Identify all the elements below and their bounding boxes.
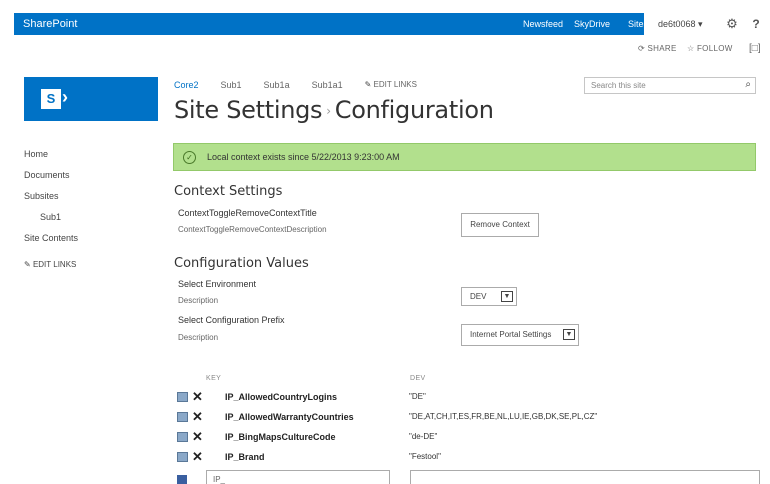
table-row: ✕ IP_AllowedCountryLogins "DE": [175, 389, 735, 409]
share-button[interactable]: ⟳ SHARE: [638, 44, 677, 53]
sharepoint-logo-arrow-icon: ›: [62, 87, 68, 107]
page-title: Site Settings › Configuration: [174, 96, 494, 124]
leftnav-item-home[interactable]: Home: [24, 149, 78, 170]
ribbon-row: ⟳ SHARE ☆ FOLLOW [□]: [14, 35, 770, 63]
search-placeholder: Search this site: [591, 81, 646, 90]
suite-links: Newsfeed SkyDrive: [523, 19, 610, 29]
quick-launch: Home Documents Subsites Sub1 Site Conten…: [24, 149, 78, 281]
leftnav-item-subsites[interactable]: Subsites: [24, 191, 78, 212]
search-icon[interactable]: ⌕: [745, 79, 751, 90]
user-menu[interactable]: de6t0068 ▾: [650, 13, 718, 35]
title-current-page: Configuration: [334, 96, 494, 124]
chevron-down-icon: ▼: [563, 329, 575, 340]
suite-link-newsfeed[interactable]: Newsfeed: [523, 19, 563, 29]
topnav-edit-links[interactable]: ✎ EDIT LINKS: [365, 80, 417, 90]
row-value: "DE,AT,CH,IT,ES,FR,BE,NL,LU,IE,GB,DK,SE,…: [409, 412, 598, 421]
row-key: IP_Brand: [225, 452, 265, 462]
follow-button[interactable]: ☆ FOLLOW: [687, 44, 733, 53]
topnav-item-sub1a[interactable]: Sub1a: [264, 80, 290, 90]
edit-icon[interactable]: [177, 392, 188, 402]
new-key-input[interactable]: IP_: [206, 470, 390, 484]
follow-label: FOLLOW: [697, 44, 733, 53]
status-banner: ✓ Local context exists since 5/22/2013 9…: [173, 143, 756, 171]
table-row: ✕ IP_AllowedWarrantyCountries "DE,AT,CH,…: [175, 409, 735, 429]
checkmark-icon: ✓: [183, 151, 196, 164]
sharepoint-brand[interactable]: SharePoint: [23, 18, 77, 30]
delete-icon[interactable]: ✕: [192, 409, 203, 425]
leftnav-item-documents[interactable]: Documents: [24, 170, 78, 191]
chevron-down-icon: ▼: [501, 291, 513, 302]
environment-select[interactable]: DEV ▼: [461, 287, 517, 306]
help-icon[interactable]: ?: [748, 16, 764, 32]
title-breadcrumb-site-settings[interactable]: Site Settings: [174, 96, 323, 124]
breadcrumb-separator-icon: ›: [326, 104, 331, 118]
edit-links-label: EDIT LINKS: [373, 80, 417, 89]
gear-icon[interactable]: ⚙: [724, 16, 740, 32]
topnav-item-sub1[interactable]: Sub1: [221, 80, 242, 90]
delete-icon[interactable]: ✕: [192, 449, 203, 465]
topnav-item-core2[interactable]: Core2: [174, 80, 199, 90]
table-row: ✕ IP_Brand "Festool": [175, 449, 735, 469]
suite-link-skydrive[interactable]: SkyDrive: [574, 19, 610, 29]
leftnav-item-site-contents[interactable]: Site Contents: [24, 233, 78, 254]
row-key: IP_BingMapsCultureCode: [225, 432, 336, 442]
remove-context-button[interactable]: Remove Context: [461, 213, 539, 237]
delete-icon[interactable]: ✕: [192, 389, 203, 405]
table-row: ✕ IP_BingMapsCultureCode "de-DE": [175, 429, 735, 449]
focus-on-content-icon[interactable]: [□]: [749, 43, 761, 54]
config-prefix-select-value: Internet Portal Settings: [470, 330, 552, 339]
context-settings-heading: Context Settings: [174, 184, 283, 199]
leftnav-item-sub1[interactable]: Sub1: [24, 212, 78, 233]
row-key: IP_AllowedWarrantyCountries: [225, 412, 354, 422]
config-prefix-select[interactable]: Internet Portal Settings ▼: [461, 324, 579, 346]
new-value-input[interactable]: [410, 470, 760, 484]
prefix-description: Description: [178, 333, 219, 342]
select-environment-label: Select Environment: [178, 279, 257, 289]
new-entry-row: IP_: [175, 470, 765, 484]
row-value: "Festool": [409, 452, 441, 461]
environment-select-value: DEV: [470, 292, 487, 301]
delete-icon[interactable]: ✕: [192, 429, 203, 445]
site-logo[interactable]: S ›: [24, 77, 158, 121]
row-key: IP_AllowedCountryLogins: [225, 392, 338, 402]
share-label: SHARE: [647, 44, 677, 53]
save-icon[interactable]: [177, 475, 187, 484]
edit-icon[interactable]: [177, 412, 188, 422]
row-value: "DE": [409, 392, 426, 401]
status-message: Local context exists since 5/22/2013 9:2…: [207, 152, 400, 162]
top-navigation: Core2 Sub1 Sub1a Sub1a1 ✎ EDIT LINKS: [174, 80, 417, 90]
column-header-key[interactable]: KEY: [206, 375, 221, 382]
leftnav-edit-links[interactable]: ✎ EDIT LINKS: [24, 260, 78, 281]
context-description-label: ContextToggleRemoveContextDescription: [178, 225, 327, 234]
column-header-dev[interactable]: DEV: [410, 375, 426, 382]
environment-description: Description: [178, 296, 219, 305]
edit-icon[interactable]: [177, 452, 188, 462]
leftnav-edit-links-label: EDIT LINKS: [32, 260, 77, 269]
sharepoint-logo-letter: S: [41, 89, 61, 109]
edit-icon[interactable]: [177, 432, 188, 442]
suite-bar-right: de6t0068 ▾ ⚙ ?: [644, 13, 770, 35]
topnav-item-sub1a1[interactable]: Sub1a1: [312, 80, 343, 90]
select-config-prefix-label: Select Configuration Prefix: [178, 315, 285, 325]
configuration-values-heading: Configuration Values: [174, 256, 309, 271]
context-title-label: ContextToggleRemoveContextTitle: [178, 208, 317, 218]
row-value: "de-DE": [409, 432, 438, 441]
search-input[interactable]: Search this site ⌕: [584, 77, 756, 94]
